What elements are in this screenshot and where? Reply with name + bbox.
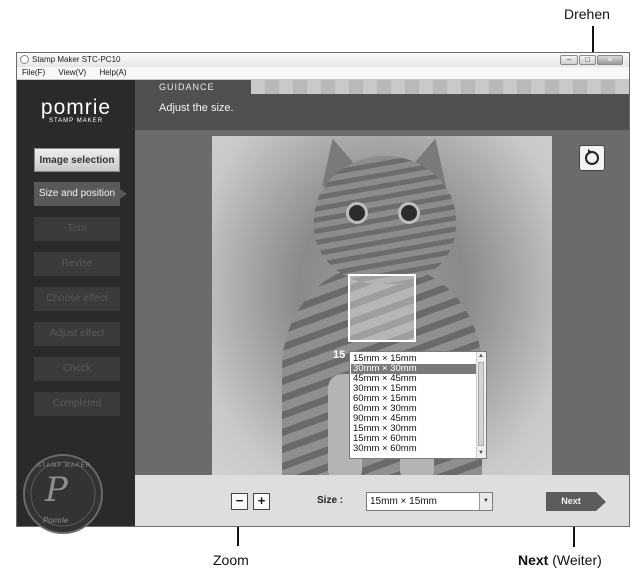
chevron-down-icon[interactable]: ▼ xyxy=(479,493,492,510)
callout-next: Next (Weiter) xyxy=(518,552,602,568)
sidebar: pomrie STAMP MAKER Image selection Size … xyxy=(17,80,135,534)
menu-bar: File(F) View(V) Help(A) xyxy=(17,67,629,80)
rotate-button[interactable] xyxy=(579,145,605,171)
logo: pomrie STAMP MAKER xyxy=(17,96,135,124)
title-bar: Stamp Maker STC-PC10 – □ × xyxy=(17,53,629,67)
logo-brand: pomrie xyxy=(40,96,112,119)
scroll-thumb[interactable] xyxy=(478,362,484,446)
step-revise: Revise xyxy=(34,252,120,276)
seal-top-text: STAMP MAKER xyxy=(37,463,92,469)
size-select-value: 15mm × 15mm xyxy=(370,496,437,507)
step-adjust-effect: Adjust effect xyxy=(34,322,120,346)
size-select[interactable]: 15mm × 15mm ▼ xyxy=(366,492,493,511)
close-button[interactable]: × xyxy=(597,55,623,65)
logo-sub: STAMP MAKER xyxy=(48,118,104,124)
scroll-up-icon[interactable]: ▲ xyxy=(478,353,484,359)
step-choose-effect: Choose effect xyxy=(34,287,120,311)
step-completed: Completed xyxy=(34,392,120,416)
seal-letter: P xyxy=(45,470,68,510)
guidance-panel: GUIDANCE Adjust the size. xyxy=(135,80,629,130)
cat-eye-right xyxy=(398,202,420,224)
step-size-and-position[interactable]: Size and position xyxy=(34,182,127,206)
callout-zoom: Zoom xyxy=(213,552,249,568)
window-title: Stamp Maker STC-PC10 xyxy=(32,55,121,64)
menu-view[interactable]: View(V) xyxy=(58,68,86,77)
rotate-arrow-icon xyxy=(588,149,592,155)
zoom-in-button[interactable]: + xyxy=(253,493,270,510)
step-trim: Trim xyxy=(34,217,120,241)
callout-next-suffix: (Weiter) xyxy=(548,552,602,568)
guidance-text: Adjust the size. xyxy=(159,102,234,114)
size-label: Size : xyxy=(317,495,344,506)
step-image-selection[interactable]: Image selection xyxy=(34,148,120,172)
guidance-label: GUIDANCE xyxy=(159,82,215,92)
callout-next-bold: Next xyxy=(518,552,549,568)
zoom-out-button[interactable]: − xyxy=(231,493,248,510)
menu-help[interactable]: Help(A) xyxy=(99,68,126,77)
guidance-pattern xyxy=(251,80,629,94)
app-window: Stamp Maker STC-PC10 – □ × File(F) View(… xyxy=(16,52,630,534)
minimize-button[interactable]: – xyxy=(560,55,578,65)
crop-frame[interactable] xyxy=(348,274,416,342)
step-check: Check xyxy=(34,357,120,381)
size-overlay-label: 15 xyxy=(333,349,346,361)
dropdown-scrollbar[interactable]: ▲ ▼ xyxy=(476,352,486,458)
maximize-button[interactable]: □ xyxy=(579,55,596,65)
app-icon xyxy=(20,55,29,64)
seal-bottom-text: Pomrie xyxy=(43,516,69,525)
menu-file[interactable]: File(F) xyxy=(22,68,45,77)
cat-head xyxy=(314,156,456,284)
size-dropdown-list[interactable]: 15mm × 15mm 30mm × 30mm 45mm × 45mm 30mm… xyxy=(349,351,487,459)
stamp-seal-logo: P STAMP MAKER Pomrie xyxy=(23,454,103,534)
scroll-down-icon[interactable]: ▼ xyxy=(478,450,484,456)
cat-eye-left xyxy=(346,202,368,224)
callout-drehen: Drehen xyxy=(564,6,610,22)
bottom-bar: − + Size : 15mm × 15mm ▼ Next xyxy=(135,475,629,526)
next-button[interactable]: Next xyxy=(546,492,606,511)
size-option[interactable]: 30mm × 60mm xyxy=(351,444,477,454)
